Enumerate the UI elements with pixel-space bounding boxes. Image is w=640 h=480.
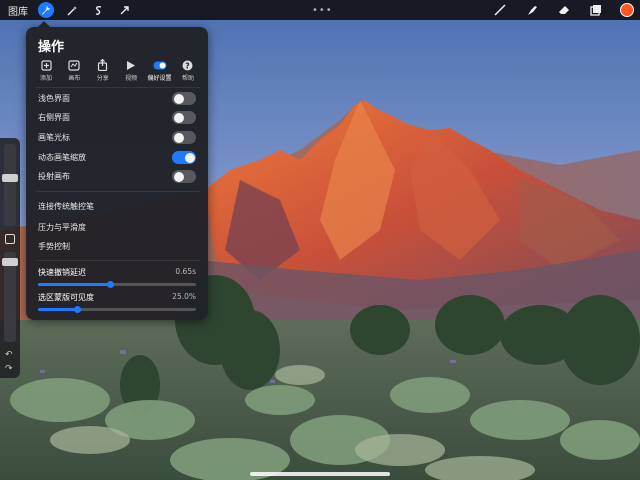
brush-size-thumb[interactable] — [2, 174, 18, 182]
quick-undo-delay-label: 快速撤销延迟 — [38, 268, 86, 277]
smudge-icon[interactable] — [524, 2, 540, 18]
video-play-icon — [126, 59, 136, 71]
tab-help[interactable]: ? 帮助 — [174, 59, 202, 82]
light-interface-label: 浅色界面 — [38, 94, 70, 103]
actions-tabs: 添加 画布 分享 视频 偏好设置 ? 帮助 — [32, 59, 202, 82]
eraser-icon[interactable] — [556, 2, 572, 18]
canvas-icon — [68, 59, 80, 71]
undo-icon[interactable]: ↶ — [5, 350, 13, 360]
toggle-row-light-interface: 浅色界面 — [38, 89, 196, 108]
divider — [36, 260, 200, 261]
tab-video[interactable]: 视频 — [117, 59, 145, 82]
tab-add-label: 添加 — [39, 75, 52, 82]
toggle-row-dynamic-brush-scaling: 动态画笔缩放 — [38, 148, 196, 167]
divider — [36, 191, 200, 192]
layers-icon[interactable] — [588, 2, 604, 18]
panel-pointer-arrow — [38, 21, 50, 27]
top-toolbar: 图库 ••• — [0, 0, 640, 20]
brush-size-slider[interactable] — [4, 144, 16, 226]
gesture-controls-link[interactable]: 手势控制 — [38, 241, 70, 252]
tab-share-label: 分享 — [96, 75, 109, 82]
selection-icon[interactable] — [90, 2, 106, 18]
magic-wand-icon[interactable] — [64, 2, 80, 18]
tab-preferences[interactable]: 偏好设置 — [146, 59, 174, 82]
selection-mask-visibility-value: 25.0% — [172, 292, 196, 301]
actions-panel: 操作 添加 画布 分享 视频 偏好设置 ? 帮助 浅色界面 右侧界面 画笔光标 … — [26, 21, 208, 320]
toggle-row-right-interface: 右侧界面 — [38, 108, 196, 127]
connect-legacy-stylus-link[interactable]: 连接传统触控笔 — [38, 201, 94, 212]
home-indicator — [250, 472, 390, 476]
tab-video-label: 视频 — [125, 75, 138, 82]
redo-icon[interactable]: ↷ — [5, 364, 13, 374]
tab-canvas-label: 画布 — [68, 75, 81, 82]
tab-add[interactable]: 添加 — [32, 59, 60, 82]
slider-thumb[interactable] — [107, 280, 115, 288]
toggle-row-project-canvas: 投射画布 — [38, 167, 196, 186]
svg-text:?: ? — [186, 61, 191, 70]
tab-preferences-label: 偏好设置 — [147, 75, 172, 82]
pressure-smoothing-link[interactable]: 压力与平滑度 — [38, 222, 86, 233]
tab-help-label: 帮助 — [181, 75, 194, 82]
help-icon: ? — [182, 59, 193, 71]
slider-thumb[interactable] — [74, 305, 81, 313]
wrench-icon[interactable] — [38, 2, 54, 18]
quick-undo-delay-row: 快速撤销延迟 0.65s — [38, 267, 196, 288]
brush-icon[interactable] — [492, 2, 508, 18]
toggle-row-brush-cursor: 画笔光标 — [38, 128, 196, 147]
left-sidebar: ↶ ↷ — [0, 138, 20, 378]
project-canvas-label: 投射画布 — [38, 172, 70, 181]
right-interface-label: 右侧界面 — [38, 113, 70, 122]
gallery-button[interactable]: 图库 — [8, 3, 28, 18]
add-icon — [40, 59, 52, 71]
more-dots[interactable]: ••• — [312, 5, 333, 16]
right-interface-toggle[interactable] — [172, 111, 196, 124]
selection-mask-visibility-label: 选区蒙版可见度 — [38, 293, 94, 302]
eyedropper-square-icon[interactable] — [5, 234, 15, 244]
panel-title: 操作 — [38, 40, 65, 55]
light-interface-toggle[interactable] — [172, 92, 196, 105]
brush-cursor-label: 画笔光标 — [38, 133, 70, 142]
tab-share[interactable]: 分享 — [89, 59, 117, 82]
selection-mask-visibility-row: 选区蒙版可见度 25.0% — [38, 292, 196, 313]
color-picker-swatch[interactable] — [620, 3, 634, 17]
transform-arrow-icon[interactable] — [116, 2, 132, 18]
divider — [36, 87, 200, 88]
quick-undo-delay-slider[interactable] — [38, 280, 196, 288]
tab-canvas[interactable]: 画布 — [60, 59, 88, 82]
quick-undo-delay-value: 0.65s — [175, 267, 196, 276]
preferences-toggle-icon — [153, 59, 167, 71]
share-icon — [97, 59, 108, 71]
opacity-thumb[interactable] — [2, 258, 18, 266]
project-canvas-toggle[interactable] — [172, 170, 196, 183]
brush-cursor-toggle[interactable] — [172, 131, 196, 144]
dynamic-brush-scaling-toggle[interactable] — [172, 151, 196, 164]
selection-mask-visibility-slider[interactable] — [38, 305, 196, 313]
dynamic-brush-scaling-label: 动态画笔缩放 — [38, 153, 86, 162]
